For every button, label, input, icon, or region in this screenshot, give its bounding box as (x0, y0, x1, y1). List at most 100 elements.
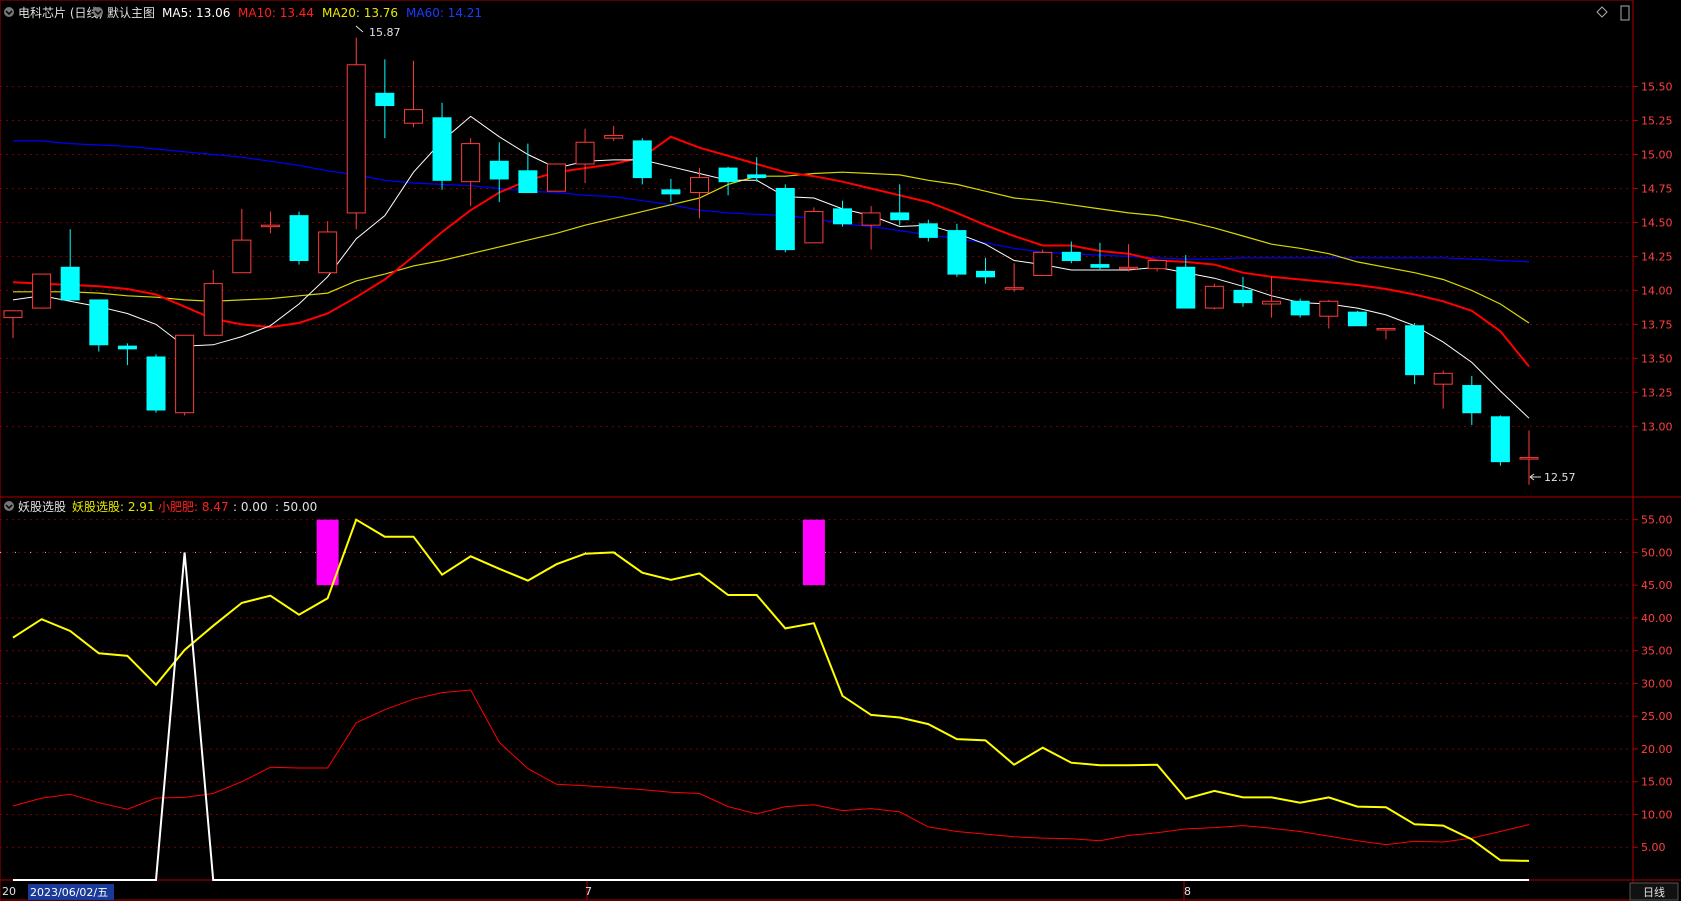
signal-bar (802, 519, 825, 586)
candle-down[interactable] (976, 270, 996, 278)
stock-title[interactable]: 电科芯片 (日线) (18, 6, 103, 20)
candle-up[interactable] (604, 134, 624, 139)
low-price-label: 12.57 (1544, 471, 1576, 484)
indicator-circle-icon[interactable] (4, 501, 14, 511)
candle-up[interactable] (861, 212, 881, 226)
candle-down[interactable] (1347, 311, 1367, 327)
circle-icon[interactable] (4, 7, 14, 17)
price-tick-label: 14.25 (1641, 250, 1673, 263)
plot-border (0, 0, 1634, 901)
candle-up[interactable] (1119, 266, 1139, 270)
indicator-lines (0, 518, 1633, 881)
candle-down[interactable] (1090, 264, 1110, 268)
indicator-tick-label: 5.00 (1641, 841, 1666, 854)
price-tick-label: 14.75 (1641, 182, 1673, 195)
indicator-tick-label: 15.00 (1641, 776, 1673, 789)
candle-down[interactable] (890, 212, 910, 221)
scroll-icon[interactable] (1620, 5, 1630, 21)
candle-up[interactable] (32, 273, 52, 309)
indicator-tick-label: 45.00 (1641, 579, 1673, 592)
candle-up[interactable] (1262, 300, 1282, 305)
price-tick-label: 15.50 (1641, 81, 1673, 94)
price-tick-label: 13.75 (1641, 318, 1673, 331)
template-label[interactable]: 默认主图 (107, 5, 155, 20)
candle-down[interactable] (1233, 289, 1253, 304)
candle-down[interactable] (518, 170, 538, 194)
candle-up[interactable] (1033, 251, 1053, 276)
candle-down[interactable] (1490, 416, 1510, 463)
xff-line (12, 689, 1530, 846)
high-pointer-icon (355, 25, 364, 33)
price-tick-label: 13.50 (1641, 352, 1673, 365)
period-label[interactable]: 日线 (1643, 885, 1665, 899)
indicator-fifty-value: : 50.00 (275, 500, 317, 514)
candle-down[interactable] (1405, 325, 1425, 376)
candle-up[interactable] (175, 334, 195, 414)
candle-up[interactable] (232, 239, 252, 274)
candle-down[interactable] (1176, 266, 1196, 309)
stock-chart[interactable]: 15.50 15.25 15.00 14.75 14.50 14.25 14.00 13.75… (0, 0, 1681, 901)
candle-up[interactable] (1433, 372, 1453, 385)
candle-down[interactable] (833, 208, 853, 225)
price-tick-label: 14.50 (1641, 216, 1673, 229)
indicator-tick-label: 40.00 (1641, 612, 1673, 625)
candle-down[interactable] (289, 215, 309, 261)
indicator-tick-label: 35.00 (1641, 645, 1673, 658)
candle-up[interactable] (1204, 285, 1224, 309)
indicator-name[interactable]: 妖股选股 (18, 500, 66, 514)
indicator-tick-label: 10.00 (1641, 808, 1673, 821)
price-axis: 15.50 15.25 15.00 14.75 14.50 14.25 14.00 13.75… (1633, 81, 1673, 433)
price-tick-label: 14.00 (1641, 284, 1673, 297)
candle-up[interactable] (403, 109, 423, 124)
low-pointer-icon (1529, 473, 1541, 481)
candle-up[interactable] (203, 283, 223, 336)
candle-down[interactable] (1290, 300, 1310, 316)
indicator-tick-label: 50.00 (1641, 546, 1673, 559)
candle-down[interactable] (146, 356, 166, 411)
month-8-label: 8 (1184, 885, 1191, 898)
candle-down[interactable] (661, 189, 681, 195)
chart-frame (0, 0, 1681, 901)
candle-down[interactable] (489, 160, 509, 180)
candle-up[interactable] (1004, 287, 1024, 290)
candle-up[interactable] (318, 231, 338, 274)
candle-up[interactable] (260, 224, 280, 228)
candle-down[interactable] (1462, 385, 1482, 414)
price-tick-label: 13.25 (1641, 386, 1673, 399)
ma60-legend: MA60: 14.21 (406, 6, 482, 20)
diamond-icon[interactable] (1596, 6, 1608, 18)
candle-up[interactable] (3, 310, 23, 319)
candle-down[interactable] (60, 266, 80, 301)
candle-up[interactable] (1147, 260, 1167, 270)
candle-down[interactable] (632, 140, 652, 179)
candle-down[interactable] (747, 174, 767, 179)
template-circle-icon[interactable] (93, 7, 103, 17)
candlesticks[interactable] (3, 37, 1539, 485)
ma10-legend: MA10: 13.44 (238, 6, 314, 20)
candle-down[interactable] (947, 230, 967, 275)
candle-up[interactable] (346, 64, 366, 214)
candle-up[interactable] (689, 177, 709, 194)
high-price-label: 15.87 (369, 26, 401, 39)
candle-down[interactable] (117, 345, 137, 350)
price-tick-label: 13.00 (1641, 420, 1673, 433)
indicator-tick-label: 25.00 (1641, 710, 1673, 723)
month-7-label: 7 (585, 885, 592, 898)
candle-up[interactable] (546, 163, 566, 192)
candle-up[interactable] (804, 211, 824, 244)
candle-down[interactable] (89, 299, 109, 346)
candle-up[interactable] (1376, 327, 1396, 331)
candle-up[interactable] (1519, 457, 1539, 460)
candle-down[interactable] (1061, 251, 1081, 262)
candle-up[interactable] (461, 143, 481, 183)
candle-up[interactable] (1319, 300, 1339, 317)
price-tick-label: 15.00 (1641, 148, 1673, 161)
candle-down[interactable] (718, 167, 738, 183)
candle-down[interactable] (375, 92, 395, 107)
candle-up[interactable] (575, 141, 595, 165)
indicator-tick-label: 20.00 (1641, 743, 1673, 756)
indicator-yao-value: 妖股选股: 2.91 (72, 500, 155, 514)
candle-down[interactable] (775, 187, 795, 251)
candle-down[interactable] (432, 117, 452, 181)
candle-down[interactable] (918, 223, 938, 238)
